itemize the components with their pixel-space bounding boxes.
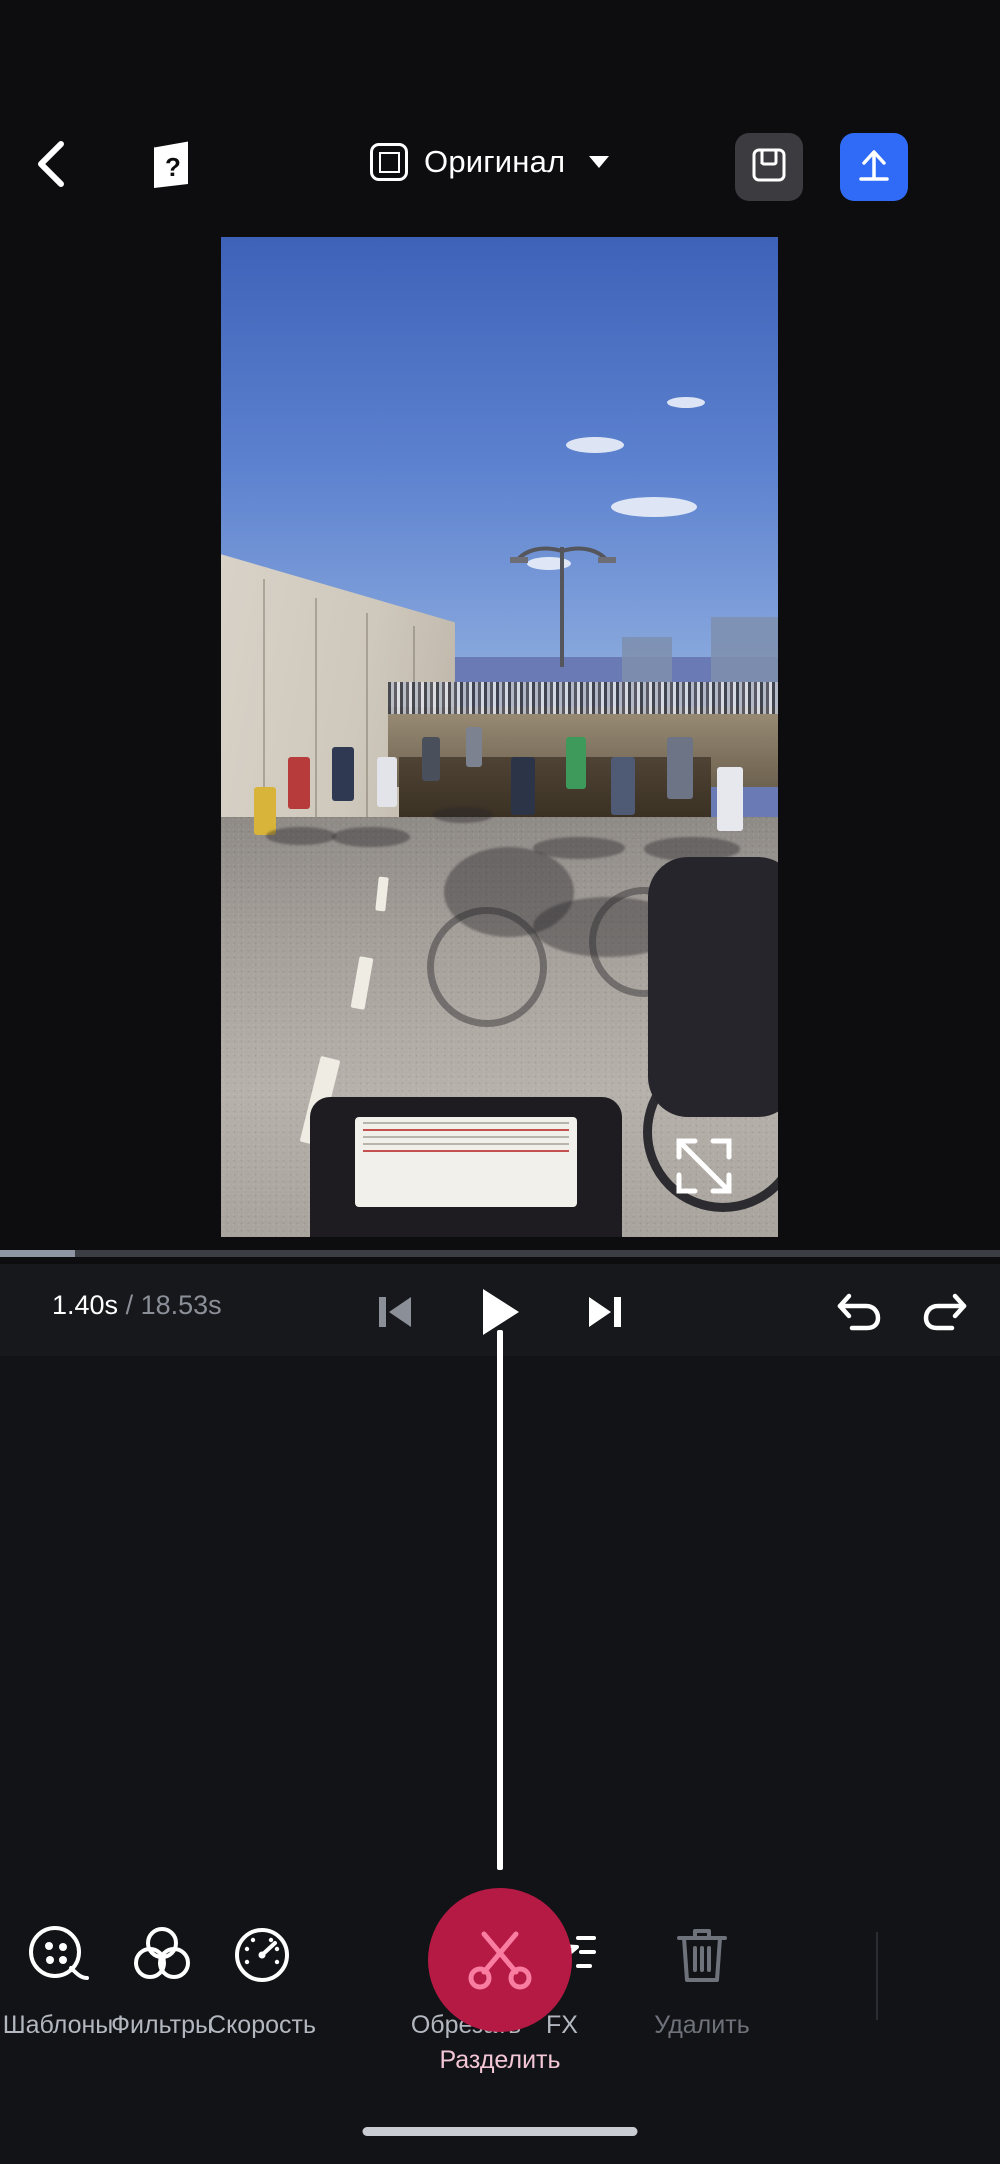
toolbar-item-speed[interactable]: Скорость (192, 1922, 332, 2040)
cast-shadow (265, 827, 336, 845)
cast-shadow (332, 827, 411, 847)
crowd-on-bridge (388, 682, 778, 714)
toolbar-divider (876, 1932, 878, 2020)
preview-progress-fill (0, 1250, 75, 1257)
scissors-icon (462, 1920, 538, 2001)
skip-previous-button[interactable] (375, 1291, 415, 1338)
redo-button[interactable] (922, 1290, 970, 1339)
playhead[interactable] (497, 1330, 503, 1870)
trash-icon (671, 1922, 733, 1993)
undo-icon (834, 1293, 882, 1338)
cyclist (254, 787, 277, 835)
help-book-icon: ? (148, 138, 194, 195)
toolbar-label: FX (546, 2011, 578, 2039)
cast-shadow (432, 807, 493, 823)
lamp-post-icon (509, 546, 616, 667)
redo-icon (922, 1293, 970, 1338)
bottom-toolbar: Шаблоны Фильтры Скорость Разделить Обрез… (0, 1874, 1000, 2164)
caret-down-icon (589, 156, 610, 168)
aspect-ratio-icon (370, 143, 408, 181)
toolbar-label-split: Разделить (439, 2046, 561, 2074)
history-controls (834, 1290, 970, 1339)
cyclist (421, 737, 440, 781)
preview-area (0, 210, 1000, 1257)
cyclist (332, 747, 355, 801)
page-title: Оригинал (424, 144, 566, 179)
expand-preview-button[interactable] (675, 1137, 733, 1195)
upload-arrow-icon (855, 146, 893, 189)
speedometer-icon (229, 1922, 295, 1993)
aspect-ratio-selector[interactable]: Оригинал (370, 143, 610, 181)
video-preview[interactable] (221, 237, 778, 1237)
svg-text:?: ? (165, 152, 181, 182)
toolbar-label: Скорость (208, 2011, 316, 2039)
cyclist (510, 757, 535, 815)
cyclist (566, 737, 587, 789)
back-button[interactable] (20, 135, 82, 197)
chevron-left-icon (31, 138, 71, 195)
toolbar-label: Удалить (654, 2011, 750, 2039)
cyclist (610, 757, 635, 815)
floppy-save-icon (750, 146, 788, 189)
skip-next-button[interactable] (585, 1291, 625, 1338)
toolbar-item-delete[interactable]: Удалить (632, 1922, 772, 2040)
header-bar: ? Оригинал (0, 0, 1000, 210)
cloud (566, 437, 625, 453)
help-button[interactable]: ? (140, 135, 202, 197)
film-reel-icon (25, 1922, 91, 1993)
home-indicator (362, 2127, 638, 2136)
mounted-note (354, 1117, 578, 1207)
filters-icon (129, 1922, 195, 1993)
skip-previous-icon (375, 1297, 415, 1337)
video-editor-app: ? Оригинал 1.40s / 18.53s Шаблоны Фильтр… (0, 0, 1000, 2164)
preview-scrubber[interactable] (0, 1250, 1000, 1257)
foreground-rider-leg (648, 857, 778, 1117)
cyclist (287, 757, 310, 809)
toolbar-item-split[interactable] (428, 1888, 572, 2032)
save-button[interactable] (735, 133, 803, 201)
undo-button[interactable] (834, 1290, 882, 1339)
export-button[interactable] (840, 133, 908, 201)
cloud (610, 497, 697, 517)
expand-fullscreen-icon (675, 1138, 733, 1199)
cyclist (466, 727, 483, 767)
cyclist (666, 737, 693, 799)
cloud (666, 397, 705, 408)
cyclist (376, 757, 397, 807)
skip-next-icon (585, 1297, 625, 1337)
